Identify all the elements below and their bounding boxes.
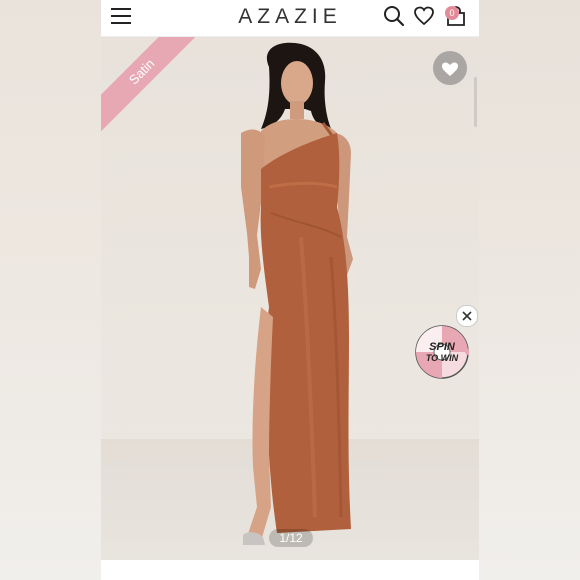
scrollbar[interactable]	[474, 77, 477, 127]
right-backdrop	[479, 0, 580, 580]
bag-count-badge: 0	[445, 6, 459, 20]
top-header: AZAZIE 0	[101, 0, 479, 37]
wishlist-button[interactable]	[433, 51, 467, 85]
spin-label: SPIN	[429, 341, 455, 353]
to-win-label: TO WIN	[425, 353, 459, 363]
heart-icon	[442, 62, 458, 76]
search-icon[interactable]	[383, 5, 405, 27]
material-badge: Satin	[101, 37, 201, 135]
image-counter: 1/12	[269, 529, 313, 547]
spin-to-win-button[interactable]: SPIN TO WIN	[415, 325, 471, 379]
mobile-page: AZAZIE 0 Satin SPIN TO WIN 1/12	[101, 0, 479, 580]
close-icon	[462, 311, 472, 321]
material-ribbon: Satin	[101, 37, 201, 137]
heart-icon[interactable]	[413, 5, 435, 27]
left-backdrop	[0, 0, 101, 580]
close-promo-button[interactable]	[456, 305, 478, 327]
product-image[interactable]: Satin SPIN TO WIN 1/12	[101, 37, 479, 560]
